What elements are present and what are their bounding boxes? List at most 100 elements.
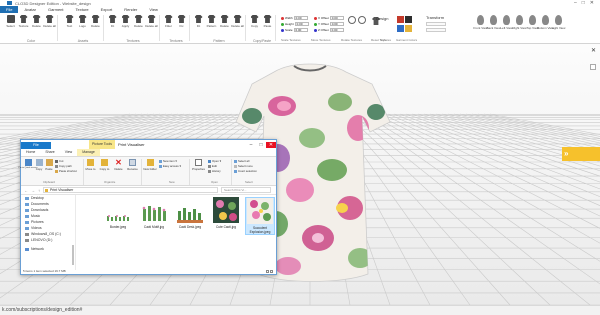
history-button[interactable]: History [208,169,221,173]
apply-texture-button[interactable]: Apply [119,15,132,28]
details-view-icon[interactable] [266,270,269,273]
left-view-button[interactable]: Left View [500,15,513,30]
file-item[interactable]: Cacti Motif.jpg [139,197,169,229]
side-panel-toggle[interactable]: » [562,147,600,161]
cut-button[interactable]: Cut [55,159,63,163]
height-field[interactable]: Height 0.00 [281,22,309,26]
forward-arrow-icon[interactable]: → [31,188,35,193]
menu-file[interactable]: File [0,6,19,13]
file-item[interactable]: Cacti Desk.jpeg [175,197,205,229]
menu-view[interactable]: View [143,6,164,13]
garment-color-swatch[interactable] [405,25,412,32]
menu-texture[interactable]: Texture [70,6,95,13]
new-item-icon [159,159,162,163]
design-dropdown[interactable]: Design [376,16,388,21]
address-path[interactable]: Print Visualiser [43,187,218,193]
nav-item-network[interactable]: Network [21,246,75,252]
menu-garment[interactable]: Garment [42,6,70,13]
large-icons-view-icon[interactable] [270,270,273,273]
copy-button[interactable]: Copy [248,15,261,28]
garment-color-swatch[interactable] [397,25,404,32]
garment-color-swatch[interactable] [397,16,404,23]
tab-manage[interactable]: Manage [77,149,100,156]
transform-slider[interactable] [426,28,446,32]
viewport-handle[interactable] [590,64,596,70]
copy-button[interactable]: Copy [34,159,44,171]
easy-access-button[interactable]: Easy access ▾ [159,164,181,168]
viewport-close-icon[interactable]: ✕ [591,47,596,54]
fit-pattern-button[interactable]: Fit [192,15,205,28]
menu-render[interactable]: Render [118,6,143,13]
delete-all-patterns-button[interactable]: Delete all [231,15,244,28]
fitter-button[interactable]: Fitter [162,15,175,28]
open-icon [208,159,211,163]
rotate-icon[interactable] [358,16,366,24]
open-button[interactable]: Open ▾ [208,159,221,163]
text-tool-button[interactable]: Text [63,15,76,28]
move-to-button[interactable]: Move to [84,159,97,171]
edit-button[interactable]: Edit [208,164,217,168]
delete-tool-button[interactable]: Delete [30,15,43,28]
file-item[interactable]: Cute Cacti.jpg [211,197,241,229]
light-view-button[interactable]: Light View [552,15,565,30]
explorer-maximize-button[interactable]: □ [256,142,266,148]
search-input[interactable]: Search Print Vi... [221,187,271,193]
tab-home[interactable]: Home [21,149,40,156]
fix-button[interactable]: Fix [175,15,188,28]
tab-share[interactable]: Share [40,149,59,156]
file-explorer-window[interactable]: Picture Tools Print Visualiser – □ ✕ Fil… [18,139,277,275]
properties-button[interactable]: Properties [191,159,206,171]
pin-quick-access-button[interactable]: Pin to Quick access [18,159,38,169]
new-item-button[interactable]: New item ▾ [159,159,177,163]
paste-button[interactable]: Paste [261,15,274,28]
explorer-minimize-button[interactable]: – [246,142,256,148]
front-view-button[interactable]: Front View [473,15,488,30]
bottom-view-button[interactable]: Bottom View [537,15,554,30]
delete-button[interactable]: ✕ Delete [112,159,125,172]
x-offset-field[interactable]: X Offset 0.00 [314,16,344,20]
menu-avatar[interactable]: Avatar [18,6,42,13]
z-offset-field[interactable]: Z Offset 0.00 [314,28,344,32]
file-item-selected[interactable]: Succulent Explosion.jpeg [245,197,275,235]
logo-tool-button[interactable]: Logo [76,15,89,28]
y-offset-field[interactable]: Y Offset 0.00 [314,22,344,26]
invert-selection-button[interactable]: Invert selection [234,169,257,173]
width-field[interactable]: Width 0.00 [281,16,308,20]
navpane-scrollbar[interactable] [72,245,74,265]
select-all-button[interactable]: Select all [234,159,249,163]
tab-file[interactable]: File [21,142,51,149]
file-item[interactable]: Border.jpeg [103,197,133,229]
copy-to-button[interactable]: Copy to [98,159,111,171]
fit-texture-button[interactable]: Fit [106,15,119,28]
back-arrow-icon[interactable]: ← [24,188,28,193]
delete-asset-button[interactable]: Delete [89,15,102,28]
explorer-close-button[interactable]: ✕ [266,141,276,148]
back-view-button[interactable]: Back View [487,15,500,30]
delete-texture-button[interactable]: Delete [132,15,145,28]
texture-tool-button[interactable]: Texture [17,15,30,28]
invert-selection-icon [234,169,237,173]
transform-slider[interactable] [426,22,446,26]
select-tool-button[interactable]: Select [4,15,17,28]
delete-all-textures-button[interactable]: Delete all [145,15,158,28]
menu-export[interactable]: Export [95,6,119,13]
select-none-button[interactable]: Select none [234,164,253,168]
delete-all-tool-button[interactable]: Delete all [43,15,56,28]
new-folder-button[interactable]: New folder [143,159,157,171]
pattern-button[interactable]: Pattern [205,15,218,28]
copy-path-button[interactable]: Copy path [55,164,72,168]
tab-view[interactable]: View [60,149,78,156]
up-arrow-icon[interactable]: ↑ [38,188,40,193]
rename-button[interactable]: Rename [126,159,139,171]
delete-pattern-button[interactable]: Delete [218,15,231,28]
nav-item-drive-d[interactable]: LENOVO (D:) [21,237,75,243]
picture-tools-tab[interactable]: Picture Tools [89,140,115,149]
garment-color-swatch[interactable] [405,16,412,23]
paste-shortcut-button[interactable]: Paste shortcut [55,169,77,173]
easy-access-icon [159,164,162,168]
paste-button[interactable]: Paste [44,159,54,171]
right-view-button[interactable]: Right View [512,15,527,30]
rotate-icon[interactable] [348,16,356,24]
scale-field[interactable]: Scale 0.00 [281,28,308,32]
transform-dropdown[interactable]: Transform [426,15,444,20]
